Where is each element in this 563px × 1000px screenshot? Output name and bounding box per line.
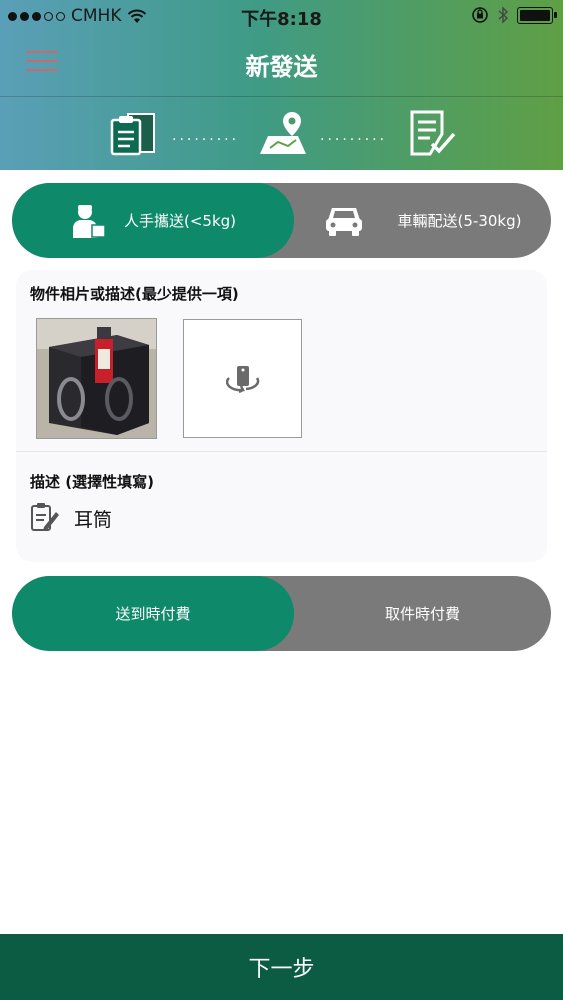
checklist-step-icon bbox=[410, 110, 456, 156]
car-icon bbox=[325, 207, 362, 236]
status-bar: CMHK 下午8:18 bbox=[0, 0, 563, 32]
rotate-camera-icon bbox=[225, 365, 259, 393]
hand-delivery-option[interactable]: 人手攜送(<5kg) bbox=[12, 183, 294, 258]
pay-on-pickup-option[interactable]: 取件時付費 bbox=[294, 576, 551, 651]
courier-icon bbox=[72, 204, 106, 238]
item-card: 物件相片或描述(最少提供一項) 描述 (選擇性填寫) 耳筒 bbox=[16, 270, 547, 562]
payment-toggle: 送到時付費 取件時付費 bbox=[12, 576, 551, 651]
hand-delivery-label: 人手攜送(<5kg) bbox=[123, 212, 237, 230]
next-step-button[interactable]: 下一步 bbox=[0, 934, 563, 1000]
header: CMHK 下午8:18 新發送 ········· ········· bbox=[0, 0, 563, 170]
package-step-icon bbox=[110, 113, 155, 156]
page-title: 新發送 bbox=[245, 53, 318, 81]
description-field[interactable]: 耳筒 bbox=[30, 502, 112, 534]
description-label: 描述 (選擇性填寫) bbox=[30, 473, 154, 491]
delivery-mode-toggle: 人手攜送(<5kg) 車輛配送(5-30kg) bbox=[12, 183, 551, 258]
progress-steps: ········· ········· bbox=[0, 100, 563, 170]
nav-divider bbox=[0, 96, 563, 97]
headphone-box-photo bbox=[37, 319, 156, 438]
card-divider bbox=[16, 451, 547, 452]
step-connector: ········· bbox=[172, 132, 240, 148]
bluetooth-icon bbox=[498, 6, 509, 24]
nav-bar: 新發送 bbox=[0, 32, 563, 96]
edit-note-icon bbox=[31, 503, 59, 531]
step-connector: ········· bbox=[320, 132, 388, 148]
pay-on-pickup-label: 取件時付費 bbox=[384, 605, 460, 623]
add-photo-button[interactable] bbox=[183, 319, 302, 438]
vehicle-delivery-option[interactable]: 車輛配送(5-30kg) bbox=[294, 183, 551, 258]
battery-icon bbox=[517, 6, 557, 24]
status-right bbox=[471, 6, 557, 24]
item-photo-thumbnail[interactable] bbox=[36, 318, 157, 439]
map-pin-step-icon bbox=[260, 112, 306, 154]
pay-on-delivery-label: 送到時付費 bbox=[115, 605, 191, 623]
photo-section-label: 物件相片或描述(最少提供一項) bbox=[30, 285, 239, 303]
description-value: 耳筒 bbox=[74, 508, 113, 531]
pay-on-delivery-option[interactable]: 送到時付費 bbox=[12, 576, 294, 651]
orientation-lock-icon bbox=[472, 7, 488, 23]
vehicle-delivery-label: 車輛配送(5-30kg) bbox=[397, 212, 522, 230]
